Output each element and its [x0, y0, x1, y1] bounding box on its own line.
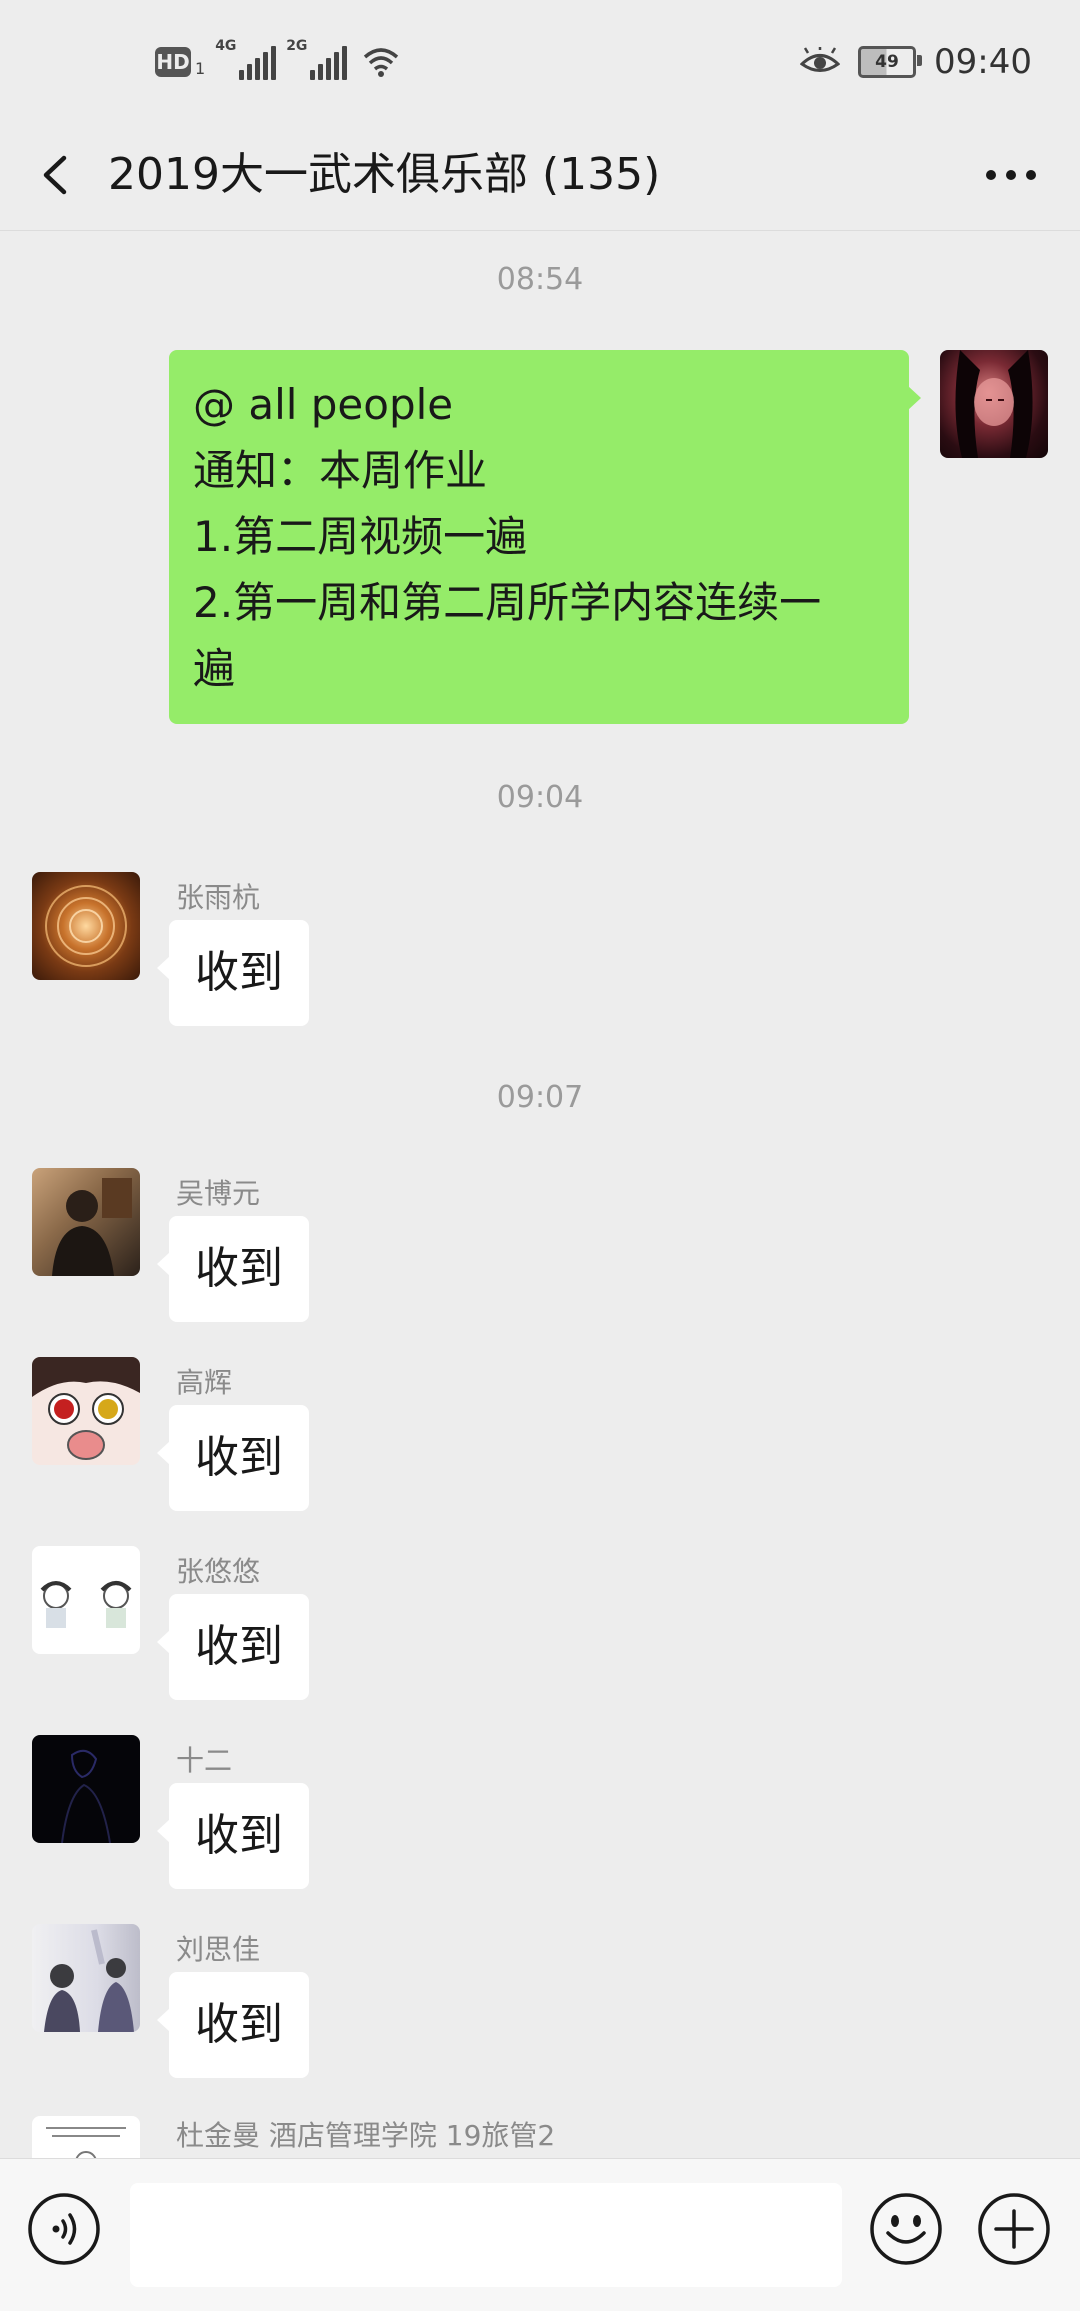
message-input[interactable] [130, 2183, 842, 2287]
message-timestamp: 09:04 [496, 780, 584, 815]
network-type-2: 2G [286, 38, 308, 54]
emoji-icon[interactable] [868, 2191, 944, 2267]
voice-icon[interactable] [26, 2191, 102, 2267]
message-bubble[interactable]: 收到 [157, 1783, 309, 1889]
member-avatar[interactable] [32, 1546, 140, 1654]
message-bubble[interactable]: 收到 [157, 1594, 309, 1700]
signal-4g-icon: 4G [215, 38, 277, 80]
battery-icon: 49 [858, 46, 923, 78]
plus-icon[interactable] [976, 2191, 1052, 2267]
status-time: 09:40 [934, 42, 1032, 82]
message-timestamp: 08:54 [496, 262, 584, 297]
battery-level: 49 [875, 52, 899, 72]
sim-index: 1 [195, 58, 206, 78]
member-avatar[interactable] [32, 1924, 140, 2032]
member-avatar[interactable] [32, 2116, 140, 2158]
partial-message-row: 杜金曼 酒店管理学院 19旅管2 [0, 2110, 1080, 2158]
chat-header: 2019大一武术俱乐部 (135) [0, 120, 1080, 231]
more-options-icon[interactable] [976, 148, 1046, 202]
message-bubble[interactable]: 收到 [157, 920, 309, 1026]
chat-title: 2019大一武术俱乐部 (135) [108, 149, 661, 200]
message-line: 通知：本周作业 [193, 446, 488, 495]
sender-name: 张雨杭 [176, 881, 261, 914]
status-bar: HD 1 4G 2G 49 09:40 [0, 0, 1080, 120]
network-type-1: 4G [215, 38, 237, 54]
message-line: 2.第一周和第二周所学内容连续一 [193, 578, 822, 627]
back-arrow-icon[interactable] [30, 142, 90, 208]
self-message-bubble[interactable]: @ all people 通知：本周作业 1.第二周视频一遍 2.第一周和第二周… [169, 350, 921, 724]
status-left-icons: HD 1 4G 2G [155, 38, 401, 84]
hd-voice-badge: HD [155, 47, 191, 77]
self-avatar[interactable] [940, 350, 1048, 458]
member-avatar[interactable] [32, 1168, 140, 1276]
sender-name: 高辉 [176, 1366, 233, 1399]
signal-2g-icon: 2G [286, 38, 348, 80]
status-right-icons: 49 09:40 [800, 38, 1032, 86]
message-timestamp: 09:07 [496, 1080, 584, 1115]
sender-name: 吴博元 [176, 1177, 261, 1210]
sender-name: 张悠悠 [176, 1555, 261, 1588]
wifi-icon [364, 48, 399, 77]
message-line: 1.第二周视频一遍 [193, 512, 528, 561]
member-avatar[interactable] [32, 1357, 140, 1465]
message-bubble[interactable]: 收到 [157, 1216, 309, 1322]
member-avatar[interactable] [32, 1735, 140, 1843]
message-bubble[interactable]: 收到 [157, 1972, 309, 2078]
sender-name: 杜金曼 酒店管理学院 19旅管2 [176, 2119, 556, 2152]
eye-comfort-icon [800, 47, 841, 72]
message-bubble[interactable]: 收到 [157, 1405, 309, 1511]
member-avatar[interactable] [32, 872, 140, 980]
chat-input-bar [0, 2158, 1080, 2311]
message-line: @ all people [193, 380, 454, 429]
sender-name: 十二 [176, 1744, 233, 1777]
message-line: 遍 [193, 644, 236, 693]
sender-name: 刘思佳 [176, 1933, 261, 1966]
